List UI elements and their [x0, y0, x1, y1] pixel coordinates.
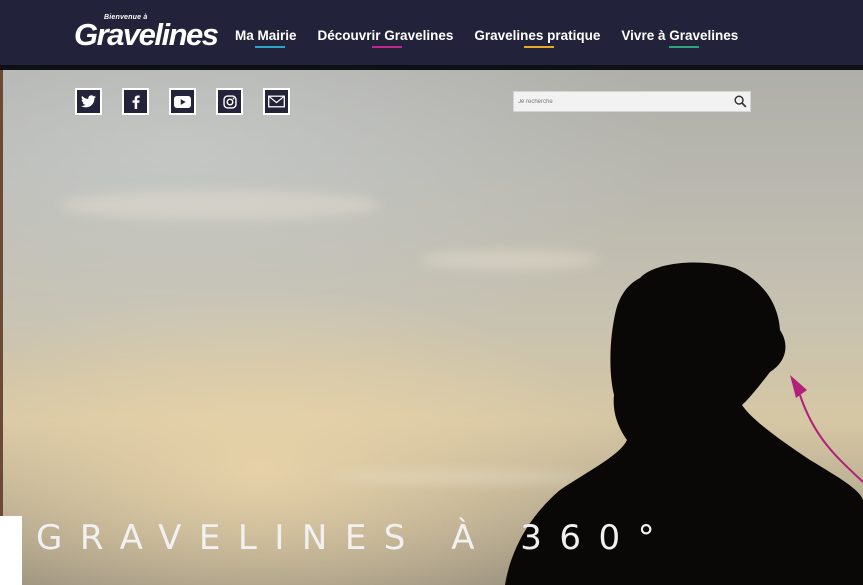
annotation-arrow	[790, 375, 863, 483]
corner-white-box	[0, 516, 22, 585]
hero-title: GRAVELINES À 360°	[36, 518, 673, 558]
